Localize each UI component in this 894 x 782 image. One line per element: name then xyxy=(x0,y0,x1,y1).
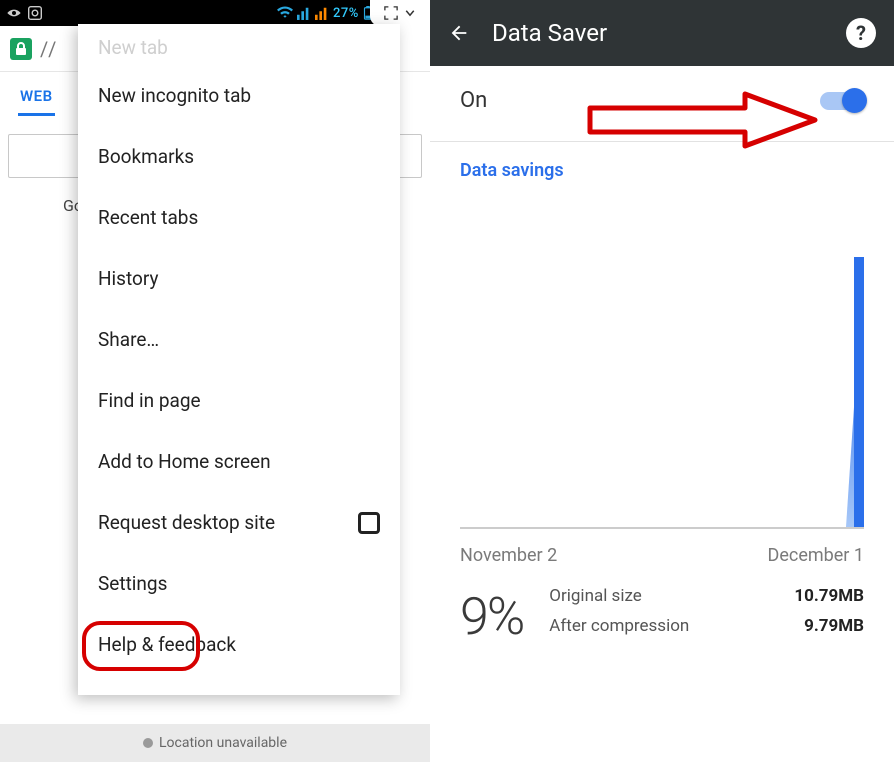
stats-grid: Original size 10.79MB After compression … xyxy=(549,586,864,636)
data-saver-header: Data Saver ? xyxy=(430,0,894,66)
eye-icon xyxy=(6,7,22,19)
after-label: After compression xyxy=(549,616,764,636)
toggle-row: On xyxy=(430,66,894,142)
location-text: Location unavailable xyxy=(159,735,287,751)
signal2-icon xyxy=(315,6,329,20)
tab-web[interactable]: WEB xyxy=(18,77,55,116)
menu-add-home[interactable]: Add to Home screen xyxy=(78,431,400,492)
savings-percent: 9% xyxy=(460,586,523,647)
chart-dates: November 2 December 1 xyxy=(430,535,894,566)
data-saver-toggle[interactable] xyxy=(820,92,864,110)
date-start: November 2 xyxy=(460,545,557,566)
expand-icon xyxy=(384,6,398,20)
menu-share[interactable]: Share… xyxy=(78,309,400,370)
status-bar: 27% 5:56 PM xyxy=(0,0,430,26)
location-banner: Location unavailable xyxy=(0,724,430,762)
menu-recent-tabs[interactable]: Recent tabs xyxy=(78,187,400,248)
right-screenshot: Data Saver ? On Data savings November 2 … xyxy=(430,0,894,782)
data-savings-label[interactable]: Data savings xyxy=(430,142,894,185)
orig-size-label: Original size xyxy=(549,586,764,606)
orig-size-value: 10.79MB xyxy=(794,586,864,606)
dot-icon xyxy=(143,738,153,748)
page-title: Data Saver xyxy=(492,19,607,47)
after-value: 9.79MB xyxy=(794,616,864,636)
savings-chart xyxy=(460,199,864,529)
toggle-label: On xyxy=(460,88,487,113)
wifi-icon xyxy=(277,6,293,20)
menu-request-desktop[interactable]: Request desktop site xyxy=(78,492,400,553)
menu-request-desktop-label: Request desktop site xyxy=(98,511,275,534)
browser-menu: New tab New incognito tab Bookmarks Rece… xyxy=(78,24,400,695)
menu-bookmarks[interactable]: Bookmarks xyxy=(78,126,400,187)
battery-percent: 27% xyxy=(333,6,359,21)
date-end: December 1 xyxy=(768,545,864,566)
left-screenshot: 27% 5:56 PM // WEB Go Location unavailab… xyxy=(0,0,430,782)
help-icon[interactable]: ? xyxy=(846,18,876,48)
back-arrow-icon[interactable] xyxy=(448,22,470,44)
menu-new-tab[interactable]: New tab xyxy=(78,28,400,65)
url-text: // xyxy=(40,37,58,61)
menu-find-in-page[interactable]: Find in page xyxy=(78,370,400,431)
menu-help[interactable]: Help & feedback xyxy=(78,614,400,675)
screenshot-toolbar xyxy=(370,0,430,26)
sync-icon xyxy=(28,6,42,20)
signal-icon xyxy=(297,6,311,20)
lock-icon xyxy=(10,38,32,60)
checkbox-icon[interactable] xyxy=(358,512,380,534)
menu-history[interactable]: History xyxy=(78,248,400,309)
menu-settings[interactable]: Settings xyxy=(78,553,400,614)
chevron-down-icon xyxy=(404,7,416,19)
menu-incognito[interactable]: New incognito tab xyxy=(78,65,400,126)
